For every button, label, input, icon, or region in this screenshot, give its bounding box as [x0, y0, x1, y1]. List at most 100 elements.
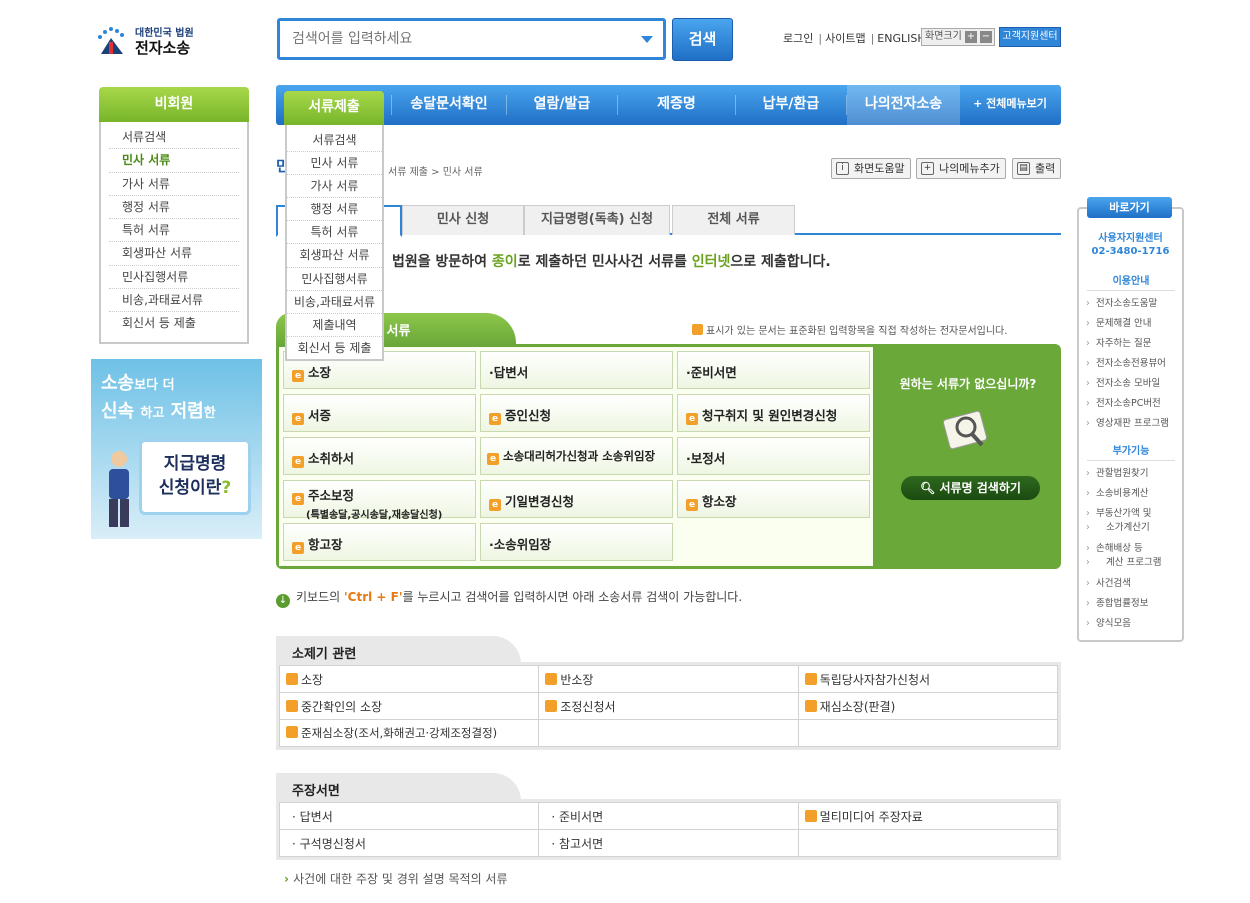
quick-link[interactable]: 자주하는 질문	[1086, 337, 1182, 351]
doc-cell[interactable]: e 항고장	[283, 523, 476, 561]
submenu-item[interactable]: 비송,과태료서류	[287, 291, 382, 314]
quick-link[interactable]: 관할법원찾기	[1086, 467, 1182, 481]
chevron-down-icon[interactable]	[641, 36, 653, 43]
quick-link[interactable]: 종합법률정보	[1086, 597, 1182, 611]
submenu-item[interactable]: 회신서 등 제출	[287, 337, 382, 360]
menu-payment-refund[interactable]: 납부/환급	[736, 85, 846, 125]
table-cell[interactable]: · 준비서면	[538, 802, 799, 830]
left-nav-item[interactable]: 가사 서류	[109, 173, 239, 196]
document-search-button[interactable]: 🔍︎ 서류명 검색하기	[901, 476, 1040, 500]
tab-civil-application[interactable]: 민사 신청	[402, 205, 524, 235]
quick-link[interactable]: 손해배상 등	[1086, 542, 1182, 556]
quick-link[interactable]: 전자소송전용뷰어	[1086, 357, 1182, 371]
quick-link[interactable]: 문제해결 안내	[1086, 317, 1182, 331]
quick-link[interactable]: 사건검색	[1086, 577, 1182, 591]
search-button[interactable]: 검색	[672, 18, 733, 61]
quick-link[interactable]: 전자소송 모바일	[1086, 377, 1182, 391]
print-button[interactable]: ▤ 출력	[1012, 158, 1062, 179]
submenu-item[interactable]: 가사 서류	[287, 175, 382, 199]
menu-all-button[interactable]: + 전체메뉴보기	[964, 85, 1056, 125]
quick-link-cont[interactable]: 소가계산기	[1086, 521, 1182, 535]
submenu-item[interactable]: 서류검색	[287, 129, 382, 153]
doc-cell[interactable]: ·소송위임장	[480, 523, 673, 561]
doc-cell[interactable]: ·준비서면	[677, 351, 870, 389]
edoc-icon: e	[292, 456, 304, 468]
left-nav-item[interactable]: 회신서 등 제출	[109, 312, 239, 335]
submenu-item[interactable]: 특허 서류	[287, 221, 382, 245]
menu-my-ecourt[interactable]: 나의전자소송	[847, 85, 960, 125]
payment-order-banner[interactable]: 소송보다 더 신속 하고 저렴한 지급명령 신청이란?	[91, 359, 262, 539]
support-phone: 02-3480-1716	[1091, 246, 1170, 257]
table-cell[interactable]: 재심소장(판결)	[797, 692, 1059, 720]
support-center-button[interactable]: 고객지원센터	[999, 27, 1061, 47]
left-nav-item[interactable]: 특허 서류	[109, 219, 239, 243]
left-nav-item[interactable]: 회생파산 서류	[109, 242, 239, 266]
doc-cell[interactable]: ·답변서	[480, 351, 673, 389]
quick-links-header: 바로가기	[1087, 197, 1172, 218]
table-cell[interactable]: · 구석명신청서	[278, 829, 540, 857]
doc-cell[interactable]: e 증인신청	[480, 394, 673, 432]
table-cell[interactable]: 중간확인의 소장	[278, 692, 540, 720]
add-my-menu-button[interactable]: + 나의메뉴추가	[916, 158, 1006, 179]
left-nav-item[interactable]: 비송,과태료서류	[109, 289, 239, 313]
login-link[interactable]: 로그인	[783, 32, 813, 45]
edoc-icon	[545, 672, 558, 685]
section-body-filing: 소장 반소장 독립당사자참가신청서 중간확인의 소장 조정신청서 재심소장(판결…	[276, 662, 1061, 750]
left-nav-item[interactable]: 행정 서류	[109, 196, 239, 220]
support-center-link[interactable]: 사용자지원센터	[1079, 229, 1182, 244]
menu-certificate[interactable]: 제증명	[618, 85, 735, 125]
submenu-item[interactable]: 제출내역	[287, 314, 382, 337]
sitemap-link[interactable]: 사이트맵	[825, 32, 865, 45]
court-logo[interactable]: 대한민국 법원 전자소송	[95, 22, 205, 62]
left-nav-item[interactable]: 서류검색	[109, 126, 239, 150]
banner-sign-line2: 신청이란	[158, 478, 222, 498]
table-cell[interactable]: 소장	[278, 665, 540, 693]
zoom-control: 화면크기 + −	[921, 28, 995, 46]
menu-view-issue[interactable]: 열람/발급	[507, 85, 617, 125]
submenu-item[interactable]: 민사집행서류	[287, 268, 382, 291]
menu-document-submit[interactable]: 서류제출	[284, 91, 384, 125]
banner-question-mark: ?	[221, 478, 232, 498]
table-cell[interactable]: 독립당사자참가신청서	[797, 665, 1059, 693]
edoc-icon: e	[686, 499, 698, 511]
table-cell[interactable]: 멀티미디어 주장자료	[797, 802, 1059, 830]
doc-cell[interactable]: ·보정서	[677, 437, 870, 475]
quick-link[interactable]: 전자소송PC버전	[1086, 397, 1182, 411]
doc-cell[interactable]: e 청구취지 및 원인변경신청	[677, 394, 870, 432]
table-cell[interactable]: · 답변서	[278, 802, 540, 830]
left-nav-item-active[interactable]: 민사 서류	[109, 149, 239, 173]
submenu-item[interactable]: 민사 서류	[287, 152, 382, 176]
quick-links-panel: 사용자지원센터 02-3480-1716 이용안내 전자소송도움말 문제해결 안…	[1077, 207, 1184, 642]
zoom-out-button[interactable]: −	[980, 31, 992, 43]
menu-delivery[interactable]: 송달문서확인	[392, 85, 506, 125]
quick-link[interactable]: 전자소송도움말	[1086, 297, 1182, 311]
doc-cell[interactable]: e 소송대리허가신청과 소송위임장	[480, 437, 673, 475]
quick-link[interactable]: 부동산가액 및	[1086, 507, 1182, 521]
quick-link[interactable]: 소송비용계산	[1086, 487, 1182, 501]
page-description: 법원을 방문하여 종이로 제출하던 민사사건 서류를 인터넷으로 제출합니다.	[392, 254, 831, 270]
submenu-item[interactable]: 행정 서류	[287, 198, 382, 222]
quick-link[interactable]: 양식모음	[1086, 617, 1182, 631]
tab-payment-order[interactable]: 지급명령(독촉) 신청	[524, 205, 670, 235]
search-input[interactable]	[280, 21, 610, 57]
edoc-icon: e	[487, 453, 499, 465]
table-cell[interactable]: 반소장	[538, 665, 799, 693]
zoom-in-button[interactable]: +	[965, 31, 977, 43]
left-nav-item[interactable]: 민사집행서류	[109, 266, 239, 290]
add-my-menu-label: 나의메뉴추가	[939, 162, 1000, 175]
doc-cell[interactable]: e 기일변경신청	[480, 480, 673, 518]
doc-cell[interactable]: e 소취하서	[283, 437, 476, 475]
doc-cell[interactable]: e 항소장	[677, 480, 870, 518]
doc-cell[interactable]: e 서증	[283, 394, 476, 432]
tab-all-documents[interactable]: 전체 서류	[672, 205, 795, 235]
doc-cell[interactable]: e 주소보정 (특별송달,공시송달,재송달신청)	[283, 480, 476, 521]
submenu-item[interactable]: 회생파산 서류	[287, 244, 382, 268]
english-link[interactable]: ENGLISH	[877, 32, 925, 45]
table-cell[interactable]: 준재심소장(조서,화해권고·강제조정결정)	[278, 719, 540, 747]
quick-link-cont[interactable]: 계산 프로그램	[1086, 556, 1182, 570]
quick-link[interactable]: 영상재판 프로그램	[1086, 417, 1182, 431]
table-cell[interactable]: · 참고서면	[538, 829, 799, 857]
edoc-icon	[804, 672, 817, 685]
table-cell[interactable]: 조정신청서	[538, 692, 799, 720]
help-button[interactable]: i 화면도움말	[831, 158, 911, 179]
